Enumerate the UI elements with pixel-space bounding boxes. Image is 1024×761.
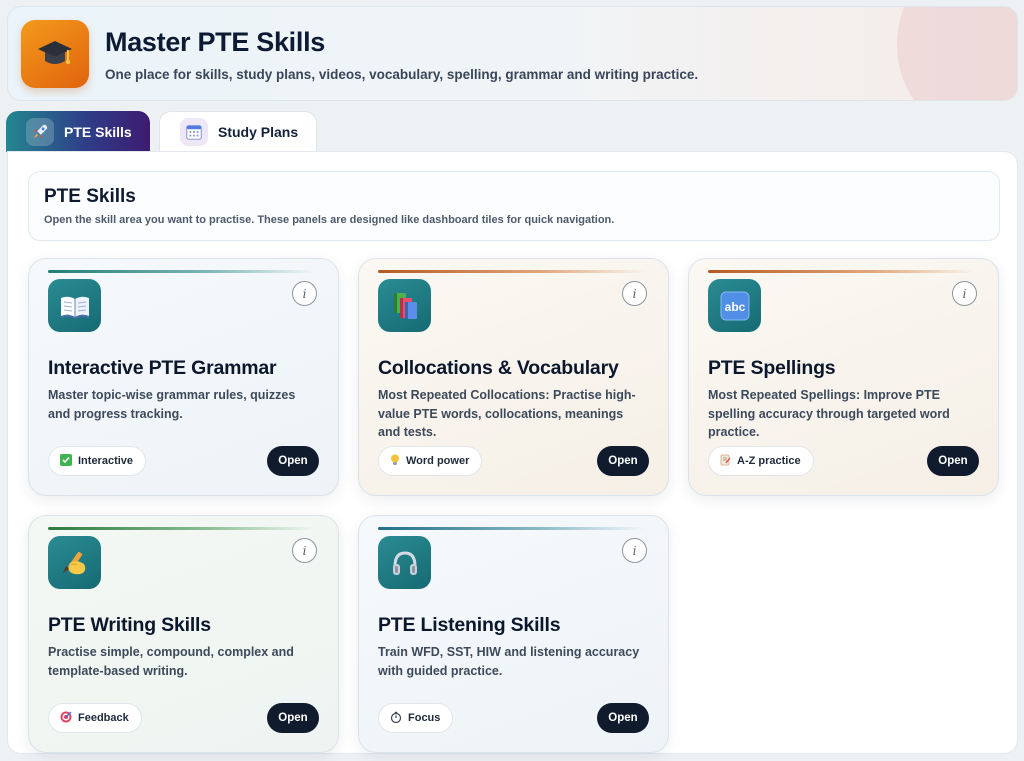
tab-label: Study Plans <box>218 124 299 140</box>
tab-study-plans[interactable]: Study Plans <box>159 111 317 152</box>
card-tag: Word power <box>378 446 483 476</box>
headphones-icon <box>378 536 431 589</box>
skill-card-writing[interactable]: i PTE Writing Skills Practise simple, co… <box>28 515 339 753</box>
page-subtitle: One place for skills, study plans, video… <box>105 67 699 82</box>
card-title: PTE Writing Skills <box>48 614 211 636</box>
page: Master PTE Skills One place for skills, … <box>0 0 1024 761</box>
card-accent-bar <box>48 527 316 530</box>
writing-hand-icon <box>48 536 101 589</box>
check-box-icon <box>60 453 72 469</box>
card-description: Train WFD, SST, HIW and listening accura… <box>378 645 640 678</box>
tab-pte-skills[interactable]: PTE Skills <box>6 111 150 152</box>
card-accent-bar <box>708 270 976 273</box>
card-title: Interactive PTE Grammar <box>48 357 277 379</box>
books-icon <box>378 279 431 332</box>
header-decoration <box>897 7 1017 100</box>
open-book-icon <box>48 279 101 332</box>
memo-icon <box>720 454 731 469</box>
info-button[interactable]: i <box>292 281 317 306</box>
svg-text:abc: abc <box>724 300 745 314</box>
skill-card-listening[interactable]: i PTE Listening Skills Train WFD, SST, H… <box>358 515 669 753</box>
target-icon <box>60 711 72 726</box>
card-tag: Focus <box>378 703 454 733</box>
section-description: Open the skill area you want to practise… <box>44 214 615 226</box>
open-button[interactable]: Open <box>597 703 649 733</box>
card-description: Most Repeated Collocations: Practise hig… <box>378 388 636 439</box>
section-title: PTE Skills <box>44 186 136 207</box>
rocket-icon <box>26 117 54 146</box>
card-tag: Feedback <box>48 703 142 733</box>
calendar-icon <box>180 118 208 146</box>
card-accent-bar <box>378 270 646 273</box>
tab-label: PTE Skills <box>64 123 132 140</box>
card-description: Master topic-wise grammar rules, quizzes… <box>48 388 296 421</box>
open-button[interactable]: Open <box>267 703 319 733</box>
card-accent-bar <box>48 270 316 273</box>
tag-label: Focus <box>408 712 441 724</box>
light-bulb-icon <box>390 454 400 469</box>
card-tag: A-Z practice <box>708 446 814 476</box>
section-header: PTE Skills Open the skill area you want … <box>28 171 1000 241</box>
card-description: Practise simple, compound, complex and t… <box>48 645 294 678</box>
page-title: Master PTE Skills <box>105 27 325 57</box>
tag-label: A-Z practice <box>737 455 801 467</box>
card-tag: Interactive <box>48 446 147 476</box>
info-button[interactable]: i <box>622 281 647 306</box>
card-accent-bar <box>378 527 646 530</box>
info-button[interactable]: i <box>952 281 977 306</box>
skill-card-grammar[interactable]: i Interactive PTE Grammar Master topic-w… <box>28 258 339 496</box>
info-button[interactable]: i <box>622 538 647 563</box>
info-button[interactable]: i <box>292 538 317 563</box>
main-panel: PTE Skills Open the skill area you want … <box>7 151 1018 754</box>
open-button[interactable]: Open <box>267 446 319 476</box>
page-header: Master PTE Skills One place for skills, … <box>7 6 1018 101</box>
stopwatch-icon <box>390 711 402 726</box>
open-button[interactable]: Open <box>927 446 979 476</box>
tag-label: Interactive <box>78 455 134 467</box>
abc-icon: abc <box>708 279 761 332</box>
card-description: Most Repeated Spellings: Improve PTE spe… <box>708 388 950 439</box>
open-button[interactable]: Open <box>597 446 649 476</box>
tag-label: Feedback <box>78 712 129 724</box>
skill-card-spellings[interactable]: abc i PTE Spellings Most Repeated Spelli… <box>688 258 999 496</box>
card-title: Collocations & Vocabulary <box>378 357 619 379</box>
card-title: PTE Spellings <box>708 357 836 379</box>
graduation-cap-icon <box>21 20 89 88</box>
tag-label: Word power <box>406 455 470 467</box>
skill-card-collocations[interactable]: i Collocations & Vocabulary Most Repeate… <box>358 258 669 496</box>
card-title: PTE Listening Skills <box>378 614 561 636</box>
